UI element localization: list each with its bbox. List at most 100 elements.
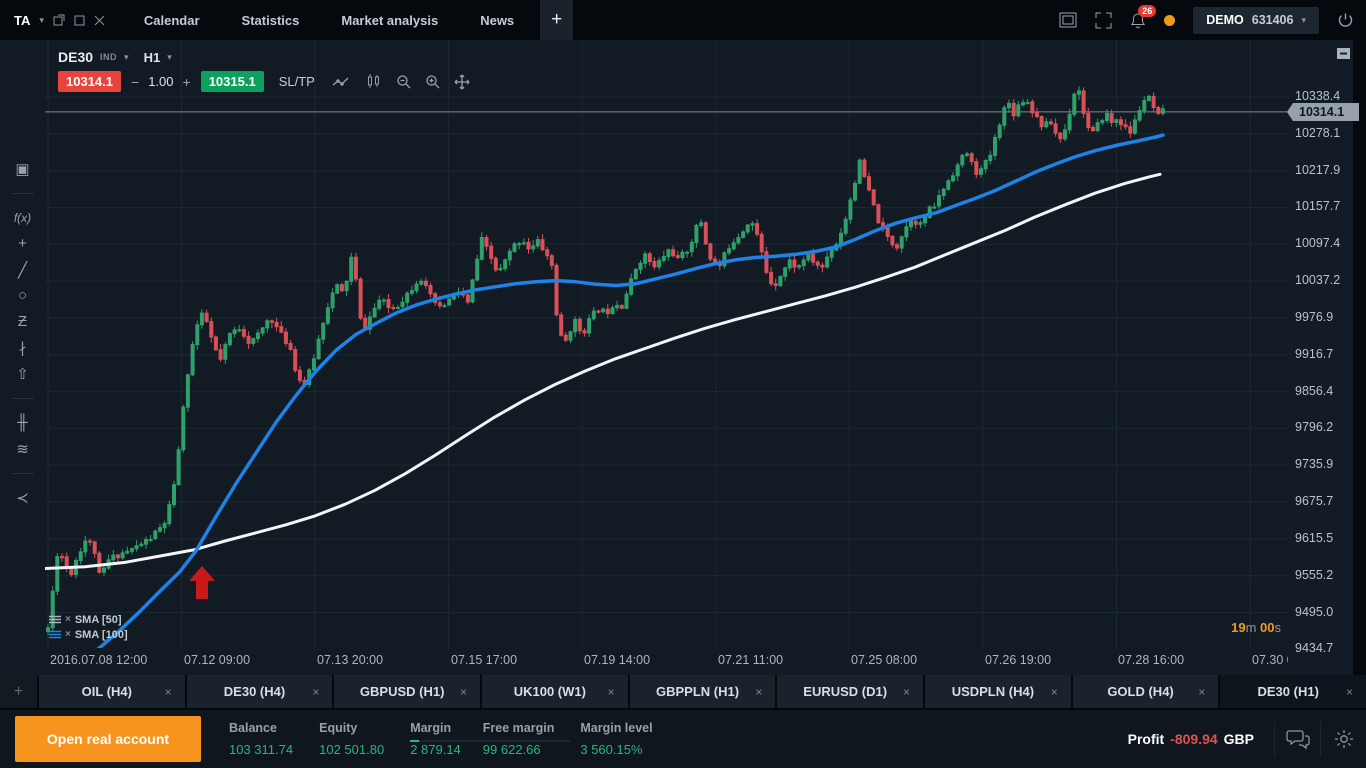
symbol-tab-label: DE30 (H1) — [1258, 684, 1319, 699]
chart-type-button[interactable]: ╫ — [8, 410, 38, 435]
sell-button[interactable]: 10314.1 — [58, 71, 121, 92]
price-chart[interactable] — [45, 40, 1288, 648]
volume-value: 1.00 — [148, 74, 173, 89]
account-mode: DEMO — [1206, 13, 1244, 27]
volume-decrease-icon[interactable]: − — [131, 74, 139, 90]
profit-currency: GBP — [1224, 731, 1254, 747]
collapse-panel-icon[interactable] — [1337, 47, 1350, 62]
power-icon[interactable] — [1337, 12, 1354, 29]
layers-button[interactable]: ≋ — [8, 436, 38, 461]
indicators-button[interactable]: f(x) — [8, 205, 38, 230]
symbol-tab[interactable]: UK100 (W1) × — [482, 675, 628, 708]
margin-usage-fill — [410, 740, 419, 742]
symbol-tab[interactable]: GOLD (H4) × — [1073, 675, 1219, 708]
sma50-remove-icon[interactable]: × — [65, 614, 71, 625]
candlestick-icon[interactable] — [364, 74, 384, 89]
add-symbol-tab-button[interactable]: + — [0, 675, 37, 708]
crosshair-button[interactable]: + — [8, 231, 38, 256]
price-tick-label: 10097.4 — [1295, 236, 1340, 250]
sma100-settings-icon[interactable] — [49, 630, 61, 639]
maximize-icon[interactable] — [74, 15, 85, 26]
pan-icon[interactable] — [452, 74, 472, 90]
symbol-tab-close-icon[interactable]: × — [312, 685, 319, 699]
symbol-tab[interactable]: GBPUSD (H1) × — [334, 675, 480, 708]
profit-summary: Profit -809.94 GBP — [1128, 731, 1254, 747]
fibonacci-button[interactable]: Ƶ — [8, 309, 38, 334]
indicators-icon: f(x) — [14, 211, 31, 225]
profit-label: Profit — [1128, 731, 1165, 747]
symbol-dropdown-icon[interactable]: ▾ — [124, 52, 129, 63]
layout-frame-icon[interactable] — [1059, 12, 1077, 28]
symbol-tab[interactable]: OIL (H4) × — [39, 675, 185, 708]
chart-header: DE30 IND ▾ H1 ▾ — [58, 49, 172, 65]
sma100-remove-icon[interactable]: × — [65, 629, 71, 640]
symbol-tab-close-icon[interactable]: × — [1051, 685, 1058, 699]
toolbar-divider — [12, 193, 34, 194]
symbol-tab-close-icon[interactable]: × — [165, 685, 172, 699]
close-icon[interactable] — [94, 15, 105, 26]
symbol-tab-close-icon[interactable]: × — [755, 685, 762, 699]
symbol-tab-close-icon[interactable]: × — [1198, 685, 1205, 699]
top-tab[interactable]: Calendar — [123, 0, 221, 40]
drawing-toolbar: ▣ f(x) + ╱ ○ Ƶ ∤ ⇧ ╫ ≋ ≺ — [0, 40, 45, 675]
trendline-icon: ╱ — [18, 262, 27, 279]
symbol-tabs: OIL (H4) × DE30 (H4) × GBPUSD (H1) × UK1… — [39, 675, 1366, 708]
fullscreen-icon[interactable] — [1095, 12, 1112, 29]
ellipse-icon: ○ — [18, 287, 27, 304]
settings-gear-icon[interactable] — [1321, 728, 1366, 750]
zoom-in-icon[interactable] — [423, 74, 442, 89]
window-controls: TA ▾ — [0, 13, 123, 28]
buy-button[interactable]: 10315.1 — [201, 71, 264, 92]
symbol-tab-bar: + OIL (H4) × DE30 (H4) × GBPUSD (H1) × — [0, 675, 1366, 708]
zoom-out-icon[interactable] — [394, 74, 413, 89]
arrow-marker-button[interactable]: ⇧ — [8, 361, 38, 386]
symbol-tab-label: GBPPLN (H1) — [656, 684, 739, 699]
trendline-button[interactable]: ╱ — [8, 257, 38, 282]
popout-icon[interactable] — [53, 14, 65, 26]
chart-layout-button[interactable]: ▣ — [8, 156, 38, 181]
top-tab[interactable]: Market analysis — [320, 0, 459, 40]
top-tab[interactable]: News — [459, 0, 535, 40]
add-workspace-tab-button[interactable]: + — [540, 0, 573, 40]
price-tick-label: 9495.0 — [1295, 605, 1333, 619]
price-axis[interactable]: 10314.1 10338.410278.110217.910157.71009… — [1288, 40, 1366, 675]
symbol-tab-close-icon[interactable]: × — [460, 685, 467, 699]
sma50-settings-icon[interactable] — [49, 615, 61, 624]
account-selector[interactable]: DEMO 631406 ▾ — [1193, 7, 1319, 34]
line-chart-icon[interactable] — [330, 76, 354, 88]
time-tick-label: 2016.07.08 12:00 — [50, 653, 147, 667]
symbol-tab-close-icon[interactable]: × — [1346, 685, 1353, 699]
margin-group: Margin 2 879.14 Free margin 99 622.66 — [410, 721, 580, 757]
workspace-dropdown-icon[interactable]: ▾ — [39, 15, 44, 26]
symbol-tab[interactable]: DE30 (H4) × — [187, 675, 333, 708]
time-axis[interactable]: 2016.07.08 12:0007.12 09:0007.13 20:0007… — [45, 648, 1288, 675]
symbol-tab[interactable]: EURUSD (D1) × — [777, 675, 923, 708]
symbol-tab-label: GOLD (H4) — [1107, 684, 1173, 699]
profit-value: -809.94 — [1170, 731, 1217, 747]
symbol-tab-close-icon[interactable]: × — [903, 685, 910, 699]
ellipse-button[interactable]: ○ — [8, 283, 38, 308]
legend-row-sma100: × SMA [100] — [49, 627, 128, 642]
share-button[interactable]: ≺ — [8, 485, 38, 510]
status-bar: Open real account Balance 103 311.74 Equ… — [0, 708, 1366, 768]
chat-icon[interactable] — [1275, 729, 1320, 749]
price-tick-label: 9434.7 — [1295, 641, 1333, 655]
sltp-button[interactable]: SL/TP — [279, 74, 315, 89]
trading-app: TA ▾ CalendarStatisticsMarket analysisNe… — [0, 0, 1366, 768]
top-tab[interactable]: Statistics — [221, 0, 321, 40]
price-tick-label: 9916.7 — [1295, 347, 1333, 361]
timeframe-dropdown-icon[interactable]: ▾ — [167, 52, 172, 63]
price-tick-label: 10037.2 — [1295, 273, 1340, 287]
symbol-tab[interactable]: GBPPLN (H1) × — [630, 675, 776, 708]
stat-margin-level: Margin level 3 560.15% — [580, 721, 652, 757]
countdown-seconds-unit: s — [1275, 620, 1282, 635]
trend-angle-button[interactable]: ∤ — [8, 335, 38, 360]
symbol-tab[interactable]: USDPLN (H4) × — [925, 675, 1071, 708]
open-real-account-button[interactable]: Open real account — [15, 716, 201, 762]
symbol-tab-close-icon[interactable]: × — [608, 685, 615, 699]
symbol-tab[interactable]: DE30 (H1) × — [1220, 675, 1366, 708]
topbar-right: 26 DEMO 631406 ▾ — [1059, 7, 1366, 34]
sma100-label: SMA [100] — [75, 629, 128, 641]
symbol-name: DE30 — [58, 49, 93, 65]
volume-increase-icon[interactable]: + — [183, 74, 191, 90]
